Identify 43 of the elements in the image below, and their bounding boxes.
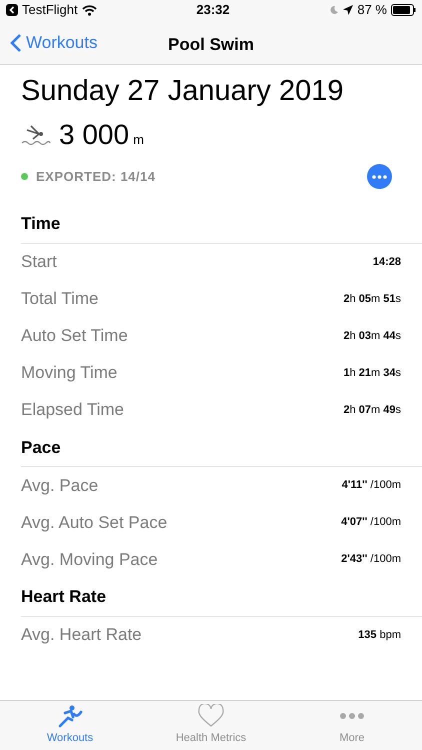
more-button[interactable] xyxy=(367,164,392,189)
chevron-left-icon[interactable] xyxy=(10,32,22,52)
export-status: EXPORTED: 14/14 xyxy=(36,168,156,186)
tab-item[interactable]: Workouts xyxy=(0,701,140,750)
ellipsis-icon[interactable] xyxy=(372,174,387,178)
section-title: Time xyxy=(21,207,422,244)
row-value: 2h 05m 51s xyxy=(343,292,401,307)
battery-percent: 87 % xyxy=(357,1,387,20)
row-label: Avg. Moving Pace xyxy=(21,548,158,571)
heart-icon xyxy=(197,704,225,728)
distance-value: 3 000 m xyxy=(59,118,144,152)
row-label: Auto Set Time xyxy=(21,325,128,348)
row-value: 135 bpm xyxy=(358,628,401,643)
date-title: Sunday 27 January 2019 xyxy=(21,77,344,106)
row-value: 14:28 xyxy=(372,254,401,270)
moon-icon xyxy=(329,5,340,15)
section-title: Heart Rate xyxy=(21,578,422,616)
row-label: Avg. Heart Rate xyxy=(21,624,142,646)
back-app-label[interactable]: TestFlight xyxy=(22,0,78,20)
more-icon xyxy=(339,713,365,719)
back-icon[interactable] xyxy=(6,4,18,16)
row-label: Moving Time xyxy=(21,362,118,384)
row-value: 1h 21m 34s xyxy=(343,366,401,381)
row-value: 2h 03m 44s xyxy=(343,328,401,344)
clock: 23:32 xyxy=(196,1,230,20)
row-label: Avg. Pace xyxy=(21,474,98,497)
battery-icon xyxy=(391,4,416,16)
location-icon xyxy=(343,5,354,15)
tab-item[interactable]: More xyxy=(282,701,422,750)
nav-title: Pool Swim xyxy=(168,35,254,54)
row-value: 2h 07m 49s xyxy=(343,402,401,418)
row-value: 2'43'' /100m xyxy=(341,552,401,568)
row-value: 4'11'' /100m xyxy=(342,478,401,494)
wifi-icon xyxy=(82,4,97,16)
row-label: Total Time xyxy=(21,288,98,310)
row-label: Avg. Auto Set Pace xyxy=(21,512,168,534)
tab-item[interactable]: Health Metrics xyxy=(141,701,281,750)
runner-icon xyxy=(57,704,83,728)
section-title: Pace xyxy=(21,428,422,467)
row-label: Start xyxy=(21,251,57,274)
row-label: Elapsed Time xyxy=(21,399,124,422)
row-value: 4'07'' /100m xyxy=(341,515,401,530)
back-button[interactable]: Workouts xyxy=(0,20,98,65)
